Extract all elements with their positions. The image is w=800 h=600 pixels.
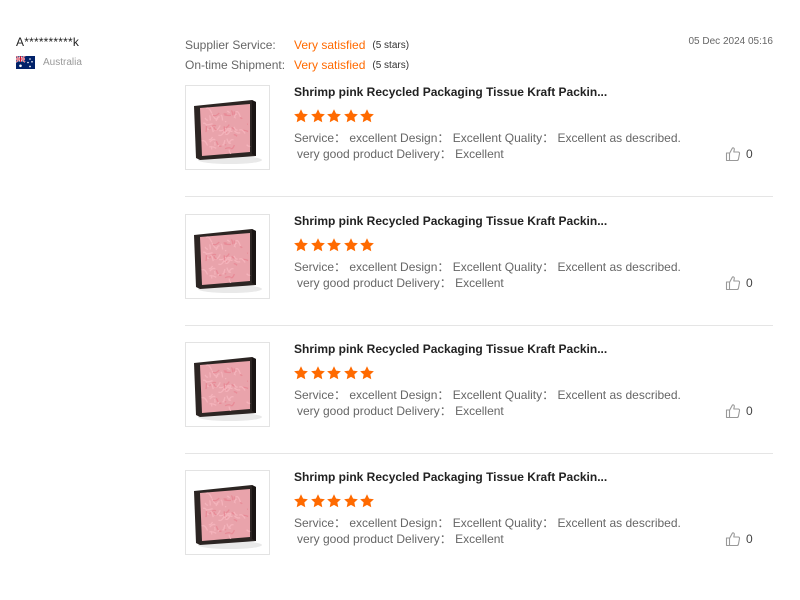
thumbs-up-icon: [725, 146, 741, 162]
helpful-button[interactable]: 0: [725, 531, 753, 547]
thumbs-up-icon: [725, 403, 741, 419]
review-date: 05 Dec 2024 05:16: [688, 36, 773, 47]
helpful-button[interactable]: 0: [725, 403, 753, 419]
star-icon: [310, 237, 326, 253]
reviewer-country: Australia: [15, 55, 166, 69]
review-item: Shrimp pink Recycled Packaging Tissue Kr…: [185, 214, 773, 326]
rating-stars-text: (5 stars): [372, 59, 410, 71]
thumbs-up-icon: [725, 275, 741, 291]
review-text-line: very good product Delivery： Excellent: [297, 276, 504, 290]
review-stars: [293, 237, 376, 253]
product-title-link[interactable]: Shrimp pink Recycled Packaging Tissue Kr…: [294, 470, 607, 484]
thumbs-up-icon: [725, 531, 741, 547]
star-icon: [293, 108, 309, 124]
review-text: Service： excellent Design： Excellent Qua…: [294, 387, 684, 419]
reviewer-info: A**********k Australia: [15, 35, 166, 69]
star-icon: [326, 237, 342, 253]
supplier-ratings: Supplier Service: Very satisfied (5 star…: [185, 35, 585, 75]
review-stars: [293, 365, 376, 381]
helpful-button[interactable]: 0: [725, 275, 753, 291]
rating-row-supplier-service: Supplier Service: Very satisfied (5 star…: [185, 35, 585, 55]
star-icon: [293, 493, 309, 509]
star-icon: [343, 365, 359, 381]
product-thumbnail[interactable]: [185, 470, 270, 555]
review-text-line: very good product Delivery： Excellent: [297, 147, 504, 161]
helpful-count: 0: [746, 404, 753, 418]
product-title-link[interactable]: Shrimp pink Recycled Packaging Tissue Kr…: [294, 342, 607, 356]
product-thumbnail[interactable]: [185, 342, 270, 427]
star-icon: [359, 365, 375, 381]
review-stars: [293, 493, 376, 509]
star-icon: [310, 493, 326, 509]
star-icon: [359, 237, 375, 253]
star-icon: [326, 365, 342, 381]
review-text-line: Service： excellent Design： Excellent Qua…: [294, 388, 681, 402]
rating-row-on-time-shipment: On-time Shipment: Very satisfied (5 star…: [185, 55, 585, 75]
rating-value: Very satisfied: [294, 38, 366, 52]
review-text: Service： excellent Design： Excellent Qua…: [294, 259, 684, 291]
star-icon: [293, 365, 309, 381]
star-icon: [310, 108, 326, 124]
product-title-link[interactable]: Shrimp pink Recycled Packaging Tissue Kr…: [294, 85, 607, 99]
star-icon: [359, 108, 375, 124]
review-text-line: very good product Delivery： Excellent: [297, 532, 504, 546]
star-icon: [343, 493, 359, 509]
reviewer-country-name: Australia: [43, 57, 82, 68]
rating-label: Supplier Service:: [185, 38, 276, 52]
star-icon: [326, 493, 342, 509]
star-icon: [326, 108, 342, 124]
product-title-link[interactable]: Shrimp pink Recycled Packaging Tissue Kr…: [294, 214, 607, 228]
review-text: Service： excellent Design： Excellent Qua…: [294, 130, 684, 162]
star-icon: [293, 237, 309, 253]
helpful-button[interactable]: 0: [725, 146, 753, 162]
rating-value: Very satisfied: [294, 58, 366, 72]
reviewer-name: A**********k: [16, 35, 80, 49]
review-text-line: Service： excellent Design： Excellent Qua…: [294, 131, 681, 145]
helpful-count: 0: [746, 147, 753, 161]
review-text-line: Service： excellent Design： Excellent Qua…: [294, 516, 681, 530]
review-item: Shrimp pink Recycled Packaging Tissue Kr…: [185, 470, 773, 582]
star-icon: [343, 108, 359, 124]
rating-label: On-time Shipment:: [185, 58, 286, 72]
review-text-line: very good product Delivery： Excellent: [297, 404, 504, 418]
product-thumbnail[interactable]: [185, 85, 270, 170]
review-item: Shrimp pink Recycled Packaging Tissue Kr…: [185, 342, 773, 454]
helpful-count: 0: [746, 532, 753, 546]
review-stars: [293, 108, 376, 124]
australia-flag-icon: [15, 55, 35, 69]
review-text-line: Service： excellent Design： Excellent Qua…: [294, 260, 681, 274]
star-icon: [359, 493, 375, 509]
review-item: Shrimp pink Recycled Packaging Tissue Kr…: [185, 85, 773, 197]
helpful-count: 0: [746, 276, 753, 290]
rating-stars-text: (5 stars): [372, 39, 410, 51]
review-text: Service： excellent Design： Excellent Qua…: [294, 515, 684, 547]
product-thumbnail[interactable]: [185, 214, 270, 299]
star-icon: [343, 237, 359, 253]
star-icon: [310, 365, 326, 381]
